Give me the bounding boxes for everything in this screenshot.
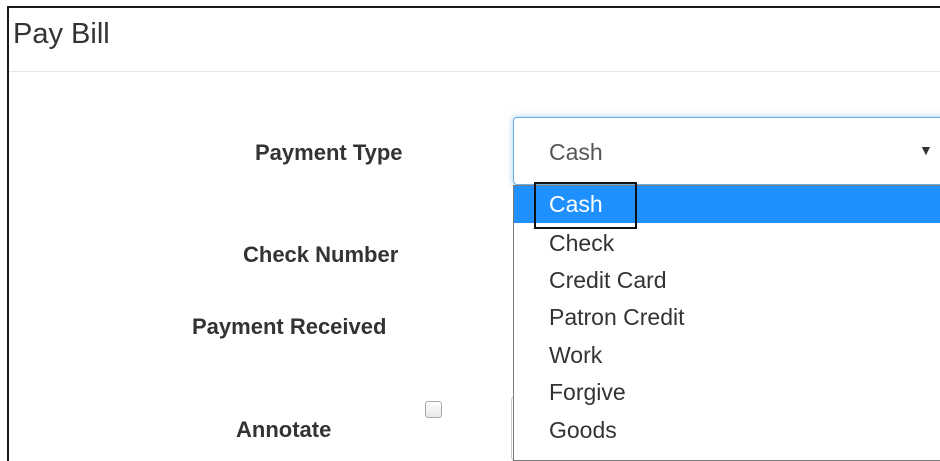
dropdown-option-patron-credit[interactable]: Patron Credit	[514, 299, 940, 336]
keyboard-focus-outline	[534, 182, 637, 229]
dropdown-option-forgive[interactable]: Forgive	[514, 374, 940, 411]
payment-type-select-value: Cash	[549, 139, 603, 165]
payment-type-select[interactable]: Cash ▼	[513, 117, 940, 185]
annotate-checkbox[interactable]	[425, 401, 442, 418]
annotate-label: Annotate	[236, 417, 332, 442]
dropdown-option-goods[interactable]: Goods	[514, 412, 940, 449]
chevron-down-icon[interactable]: ▼	[919, 142, 933, 158]
title-divider	[9, 71, 940, 72]
panel-left-border	[7, 6, 9, 461]
page-title: Pay Bill	[13, 18, 110, 50]
payment-type-label: Payment Type	[255, 140, 403, 165]
dropdown-option-check[interactable]: Check	[514, 225, 940, 262]
dropdown-option-work[interactable]: Work	[514, 337, 940, 374]
panel-top-border	[7, 6, 940, 8]
dropdown-option-credit-card[interactable]: Credit Card	[514, 262, 940, 299]
payment-received-label: Payment Received	[192, 314, 387, 339]
check-number-label: Check Number	[243, 242, 399, 267]
